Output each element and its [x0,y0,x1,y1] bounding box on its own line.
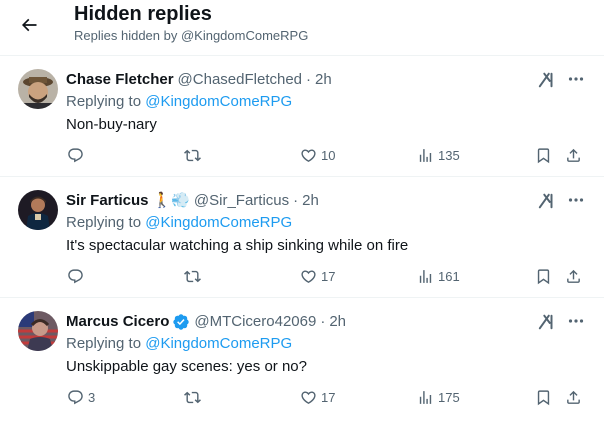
view-count: 161 [438,268,460,284]
verified-check-icon [173,314,190,330]
tweet-header: Marcus Cicero @MTCicero42069 · 2h [66,312,346,332]
tweet-text: It's spectacular watching a ship sinking… [66,237,409,254]
retweet-icon [184,391,201,403]
views-button[interactable]: 161 [417,266,460,286]
like-count: 10 [321,147,336,163]
share-icon [567,269,580,283]
views-bar-chart-icon [419,269,432,283]
tweet-actions: 17 161 [0,266,604,286]
bookmark-icon [537,147,550,163]
heart-icon [301,390,316,404]
replying-to-link[interactable]: @KingdomComeRPG [145,93,292,110]
like-button[interactable]: 17 [300,266,335,286]
page-title: Hidden replies [74,3,212,25]
replying-label: Replying to [66,214,142,231]
heart-icon [301,148,316,162]
tweet[interactable]: Sir Farticus 🚶💨 @Sir_Farticus · 2h Reply… [0,178,604,298]
grok-icon [538,193,553,209]
tweet-text: Non-buy-nary [66,116,157,133]
tweet-actions: 10 135 [0,145,604,165]
share-icon [567,148,580,162]
separator-dot: · [293,192,299,209]
author-handle[interactable]: @MTCicero42069 [194,312,316,332]
more-dots-icon [568,77,584,81]
reply-icon [68,389,83,404]
reply-button[interactable]: 3 [67,387,95,407]
reply-button[interactable] [67,266,88,286]
reply-icon [68,268,83,283]
like-count: 17 [321,389,336,405]
views-bar-chart-icon [419,148,432,162]
page-subtitle: Replies hidden by @KingdomComeRPG [74,28,309,43]
replying-label: Replying to [66,335,142,352]
replying-to-link[interactable]: @KingdomComeRPG [145,335,292,352]
view-count: 175 [438,389,460,405]
views-bar-chart-icon [419,390,432,404]
replying-to: Replying to @KingdomComeRPG [66,334,292,354]
avatar[interactable] [18,311,58,351]
grok-button[interactable] [536,69,558,91]
retweet-button[interactable] [184,266,205,286]
view-count: 135 [438,147,460,163]
tweet-text: Unskippable gay scenes: yes or no? [66,358,307,375]
tweet-header: Sir Farticus 🚶💨 @Sir_Farticus · 2h [66,191,319,211]
views-button[interactable]: 135 [417,145,460,165]
heart-icon [301,269,316,283]
author-handle[interactable]: @ChasedFletched [178,70,302,90]
avatar[interactable] [18,69,58,109]
author-name[interactable]: Marcus Cicero [66,312,169,332]
tweet[interactable]: Chase Fletcher @ChasedFletched · 2h Repl… [0,57,604,177]
more-button[interactable] [566,311,586,331]
grok-button[interactable] [536,311,558,333]
bookmark-icon [537,268,550,284]
more-button[interactable] [566,190,586,210]
more-dots-icon [568,319,584,323]
replying-label: Replying to [66,93,142,110]
timestamp[interactable]: 2h [302,191,319,211]
replying-to-link[interactable]: @KingdomComeRPG [145,214,292,231]
more-dots-icon [568,198,584,202]
like-button[interactable]: 17 [300,387,335,407]
verified-badge [172,313,190,331]
author-name[interactable]: Chase Fletcher [66,70,174,90]
bookmark-icon [537,389,550,405]
separator-dot: · [306,71,312,88]
share-icon [567,390,580,404]
back-button[interactable] [12,8,46,42]
separator-dot: · [320,313,326,330]
author-handle[interactable]: @Sir_Farticus [194,191,289,211]
retweet-icon [184,149,201,161]
reply-icon [68,147,83,162]
bookmark-button[interactable] [535,266,552,286]
timestamp[interactable]: 2h [315,70,332,90]
arrow-left-icon [21,18,37,32]
like-count: 17 [321,268,336,284]
like-button[interactable]: 10 [300,145,335,165]
header: Hidden replies Replies hidden by @Kingdo… [0,0,604,56]
replying-to: Replying to @KingdomComeRPG [66,213,292,233]
share-button[interactable] [565,145,582,165]
share-button[interactable] [565,387,582,407]
tweet-actions: 3 17 175 [0,387,604,407]
replying-to: Replying to @KingdomComeRPG [66,92,292,112]
avatar[interactable] [18,190,58,230]
tweet-header: Chase Fletcher @ChasedFletched · 2h [66,70,332,90]
grok-icon [538,314,553,330]
retweet-icon [184,270,201,282]
bookmark-button[interactable] [535,387,552,407]
name-emoji: 🚶💨 [152,192,190,209]
timestamp[interactable]: 2h [329,312,346,332]
reply-button[interactable] [67,145,88,165]
more-button[interactable] [566,69,586,89]
retweet-button[interactable] [184,387,205,407]
bookmark-button[interactable] [535,145,552,165]
share-button[interactable] [565,266,582,286]
tweet[interactable]: Marcus Cicero @MTCicero42069 · 2h Replyi… [0,299,604,425]
views-button[interactable]: 175 [417,387,460,407]
author-name[interactable]: Sir Farticus [66,191,149,211]
reply-count: 3 [88,389,96,405]
retweet-button[interactable] [184,145,205,165]
grok-icon [538,72,553,88]
grok-button[interactable] [536,190,558,212]
